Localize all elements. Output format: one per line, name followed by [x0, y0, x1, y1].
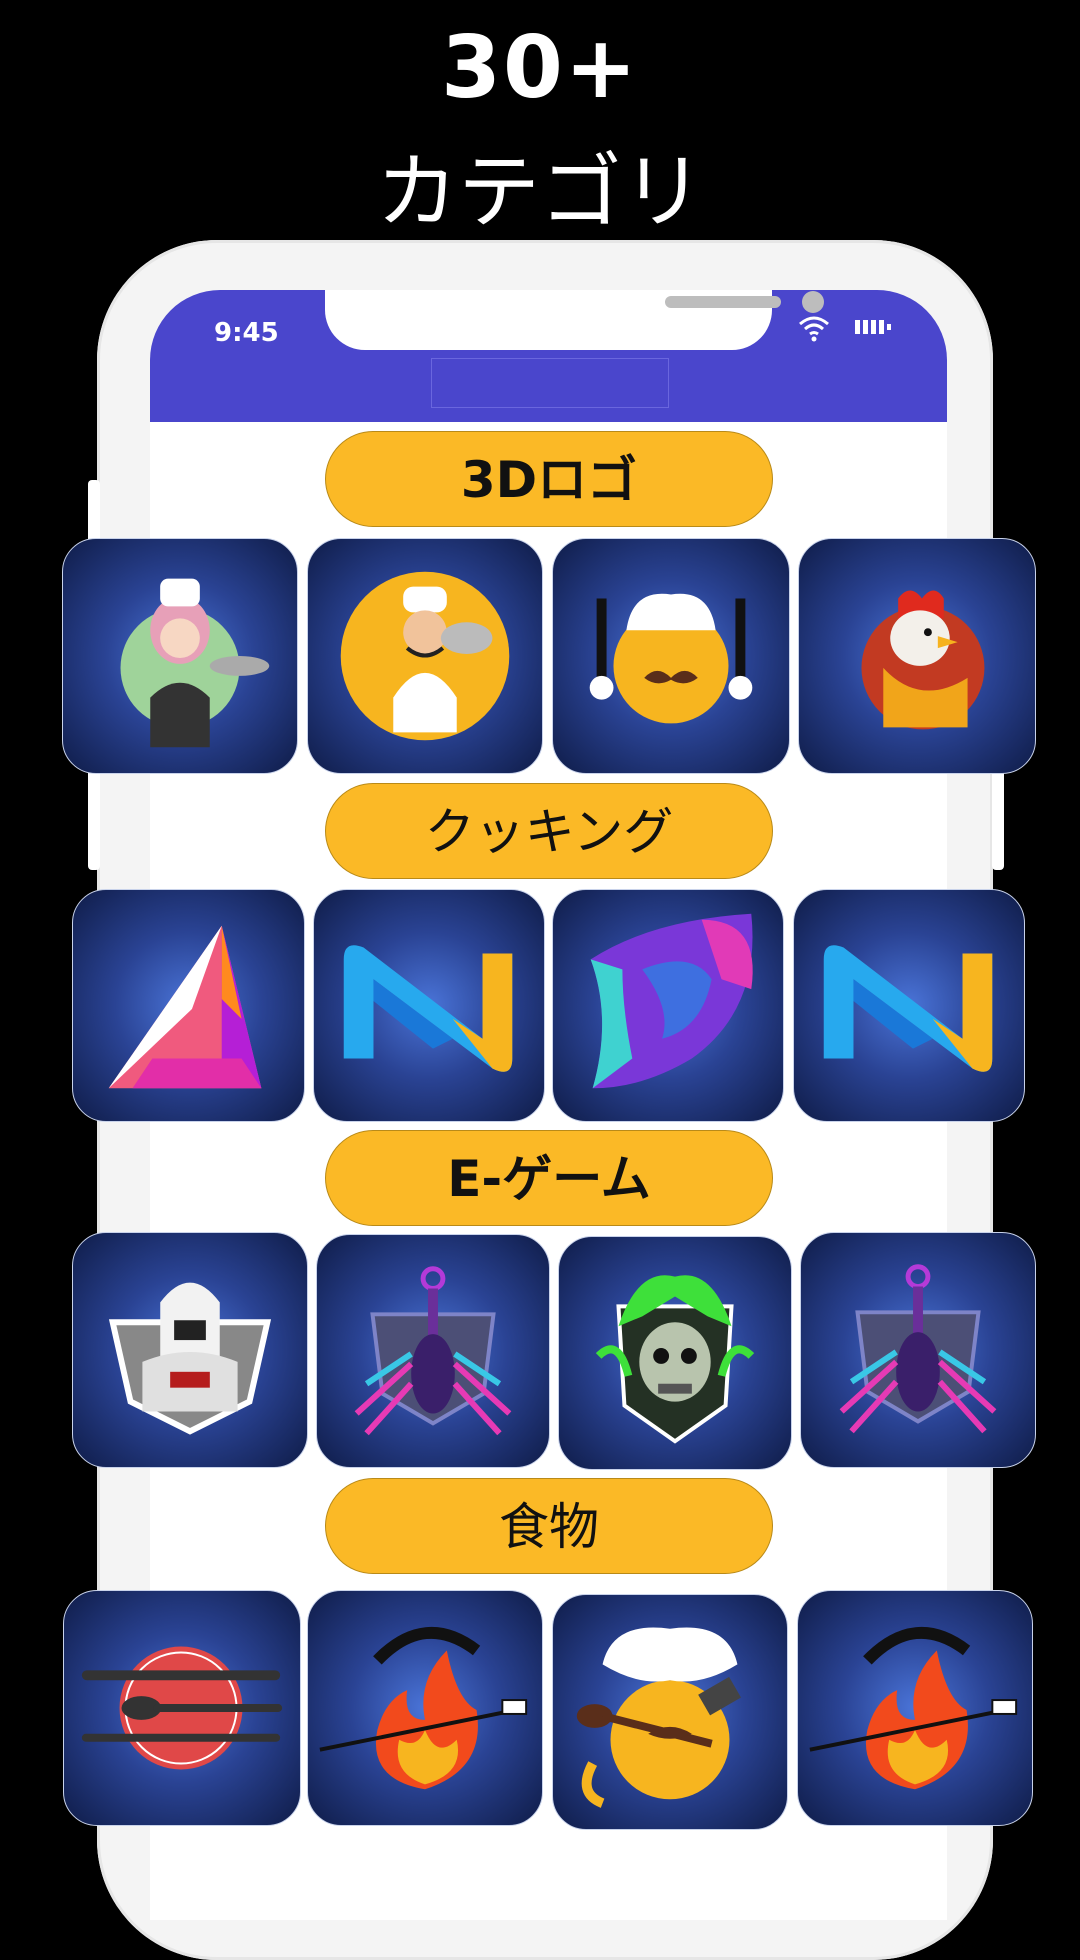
chef-woman-logo-tile[interactable]: [62, 538, 298, 774]
category-header-food[interactable]: 食物: [325, 1478, 773, 1574]
category-header-3d-logo[interactable]: 3Dロゴ: [325, 431, 773, 527]
status-bar: 9:45: [150, 290, 947, 422]
ninja-esports-logo-tile[interactable]: [72, 1232, 308, 1468]
notch: [325, 290, 824, 350]
category-header-cooking[interactable]: クッキング: [325, 783, 773, 879]
green-skull-esports-logo-tile[interactable]: [558, 1236, 792, 1470]
letter-n-3d-logo-tile[interactable]: [793, 889, 1025, 1122]
scorpion-esports-logo-tile[interactable]: [316, 1234, 550, 1468]
chef-mustache-logo-tile[interactable]: [552, 538, 790, 774]
camera: [802, 291, 824, 313]
letter-n-3d-logo-tile[interactable]: [313, 889, 545, 1122]
promo-subtitle: カテゴリ: [375, 145, 704, 240]
chef-serving-logo-tile[interactable]: [307, 538, 543, 774]
promo-headline: 30+: [441, 18, 639, 118]
chef-pot-logo-tile[interactable]: [552, 1594, 788, 1830]
battery-icon: [855, 320, 891, 334]
rooster-logo-tile[interactable]: [798, 538, 1036, 774]
scorpion-esports-logo-tile[interactable]: [800, 1232, 1036, 1468]
speaker: [665, 296, 781, 308]
phone-edge: [992, 770, 1004, 870]
flame-spatula-logo-tile[interactable]: [307, 1590, 543, 1826]
plate-cutlery-logo-tile[interactable]: [63, 1590, 301, 1826]
letter-a-3d-logo-tile[interactable]: [72, 889, 305, 1122]
status-time: 9:45: [214, 318, 279, 348]
letter-b-3d-logo-tile[interactable]: [552, 889, 784, 1122]
ad-banner-placeholder[interactable]: [431, 358, 669, 408]
flame-spatula-logo-tile[interactable]: [797, 1590, 1033, 1826]
category-header-e-game[interactable]: E-ゲーム: [325, 1130, 773, 1226]
wifi-icon: [799, 316, 829, 342]
